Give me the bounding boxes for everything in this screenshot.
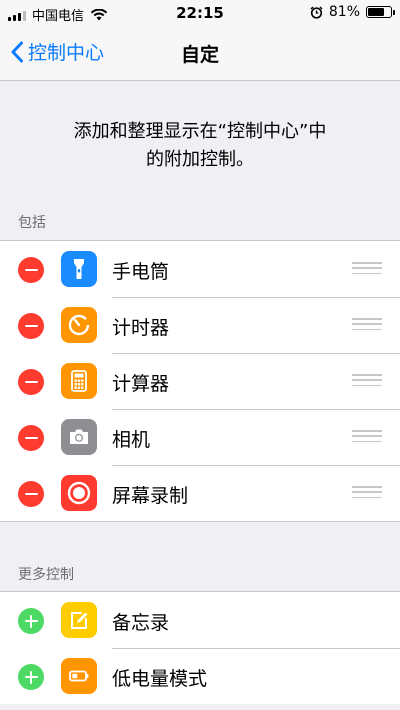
remove-button[interactable] (18, 257, 44, 283)
status-right: 81% (310, 4, 395, 20)
item-label: 低电量模式 (112, 668, 208, 690)
reorder-handle[interactable] (352, 374, 382, 386)
battery-percent: 81% (328, 4, 360, 20)
included-list: 手电筒 计时器 计算器 相机 屏幕录制 (0, 240, 400, 522)
list-item: 相机 (0, 409, 400, 465)
alarm-icon (310, 5, 323, 19)
notes-icon (61, 602, 97, 638)
list-item: 低电量模式 (0, 648, 400, 704)
section-header-more: 更多控制 (18, 567, 74, 583)
remove-button[interactable] (18, 425, 44, 451)
list-item: 备忘录 (0, 592, 400, 648)
description-line-1: 添加和整理显示在“控制中心”中 (73, 121, 327, 142)
reorder-handle[interactable] (352, 262, 382, 274)
reorder-handle[interactable] (352, 430, 382, 442)
camera-icon (61, 419, 97, 455)
add-button[interactable] (18, 608, 44, 634)
low-power-icon (61, 658, 97, 694)
nav-bar: 控制中心 自定 (0, 26, 400, 81)
list-item: 手电筒 (0, 241, 400, 297)
item-label: 计算器 (112, 373, 170, 395)
item-label: 相机 (112, 429, 151, 451)
section-header-included: 包括 (18, 215, 46, 231)
item-label: 手电筒 (112, 261, 170, 283)
screen-record-icon (61, 475, 97, 511)
battery-icon (366, 6, 395, 18)
reorder-handle[interactable] (352, 318, 382, 330)
add-button[interactable] (18, 664, 44, 690)
reorder-handle[interactable] (352, 486, 382, 498)
list-item: 计时器 (0, 297, 400, 353)
item-label: 备忘录 (112, 612, 170, 634)
description-text: 添加和整理显示在“控制中心”中 的附加控制。 (30, 118, 370, 174)
description-line-2: 的附加控制。 (146, 149, 254, 170)
remove-button[interactable] (18, 313, 44, 339)
calculator-icon (61, 363, 97, 399)
flashlight-icon (61, 251, 97, 287)
more-list: 备忘录 低电量模式 (0, 591, 400, 704)
remove-button[interactable] (18, 481, 44, 507)
page-title: 自定 (180, 44, 219, 66)
timer-icon (61, 307, 97, 343)
remove-button[interactable] (18, 369, 44, 395)
battery-fill (368, 8, 384, 16)
list-item: 屏幕录制 (0, 465, 400, 521)
status-bar: 中国电信 22:15 81% (0, 0, 400, 26)
list-item: 计算器 (0, 353, 400, 409)
item-label: 屏幕录制 (112, 485, 189, 507)
item-label: 计时器 (112, 317, 170, 339)
